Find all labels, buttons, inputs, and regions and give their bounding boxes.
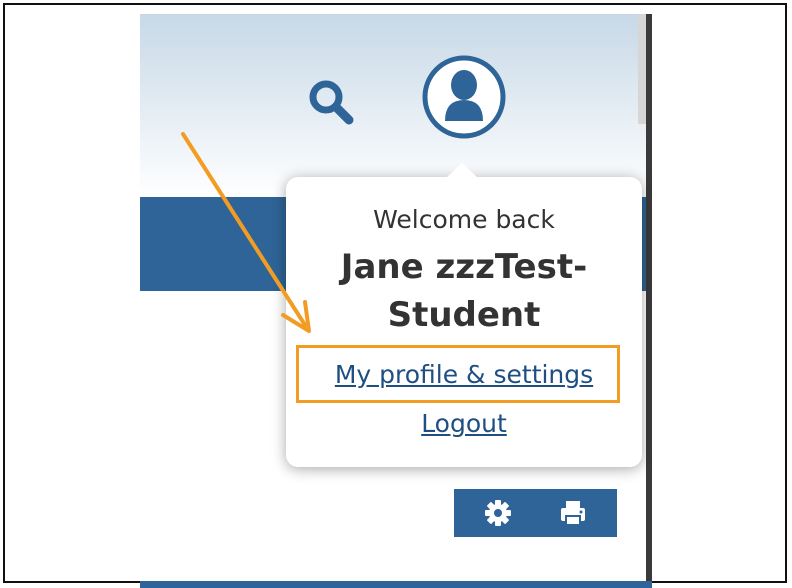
logout-link[interactable]: Logout: [286, 409, 642, 438]
print-icon[interactable]: [557, 497, 589, 529]
user-name-line-2: Student: [387, 295, 541, 335]
user-name-line-1: Jane zzzTest-: [340, 247, 588, 287]
my-profile-settings-link[interactable]: My profile & settings: [286, 360, 642, 389]
header-gradient: [140, 14, 652, 197]
account-popover: Welcome back Jane zzzTest- Student My pr…: [286, 163, 642, 467]
user-name: Jane zzzTest- Student: [286, 243, 642, 339]
search-icon[interactable]: [306, 77, 356, 127]
app-screenshot: Welcome back Jane zzzTest- Student My pr…: [140, 14, 652, 588]
window-edge: [646, 14, 652, 588]
user-avatar-icon[interactable]: [421, 54, 507, 140]
content-bar: [140, 581, 652, 588]
welcome-text: Welcome back: [373, 205, 555, 234]
page-tools-toolbar: [454, 489, 617, 537]
popover-caret: [446, 163, 478, 178]
gear-icon[interactable]: [482, 497, 514, 529]
scroll-track: [638, 14, 646, 124]
